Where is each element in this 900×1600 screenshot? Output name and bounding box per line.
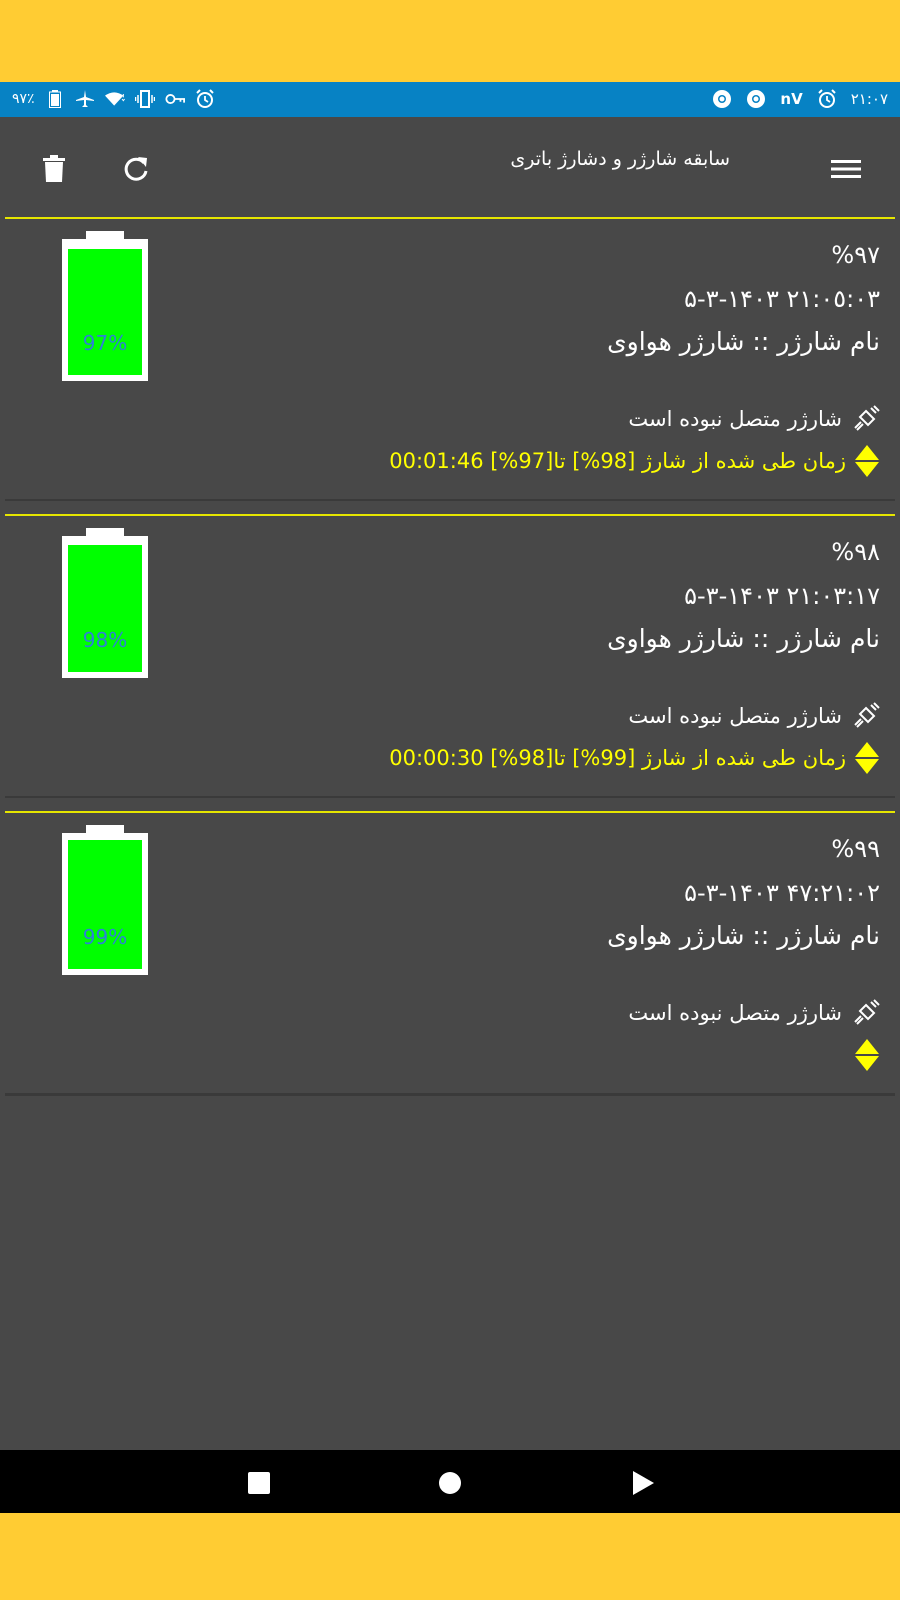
battery-charging-icon (45, 89, 65, 109)
square-recents-icon (248, 1472, 270, 1494)
plug-icon (854, 999, 880, 1025)
record-charger-name: نام شارژر :: شارژر هواوی (607, 624, 880, 653)
alarm-icon-right (817, 89, 837, 109)
toolbar: سابقه شارژر و دشارژ باتری (0, 117, 900, 217)
history-list: 97% ٩٧% ٢١:٠٥:٠٣ ١۴٠٣-٣-۵ نام شارژر :: ش… (5, 217, 895, 1109)
connection-status: شارژر متصل نبوده است (628, 407, 842, 431)
elapsed-row (846, 1038, 880, 1072)
trash-icon (43, 155, 65, 182)
record-percent: ٩٧% (831, 241, 880, 269)
record-datetime: ٢١:٠٥:٠٣ ١۴٠٣-٣-۵ (684, 285, 880, 313)
battery-graphic: 97% (62, 231, 148, 381)
plug-icon (854, 405, 880, 431)
clock: ٢١:٠٧ (850, 90, 888, 108)
record-datetime: ٢١:٠٢:۴٧ ١۴٠٣-٣-۵ (684, 879, 880, 907)
elapsed-time: زمان طی شده از شارژ [98%] تا[97%] 00:01:… (389, 449, 846, 473)
battery-fill-bar (68, 249, 142, 375)
up-down-arrow-icon (855, 1039, 879, 1071)
battery-level-label: 98% (82, 628, 128, 652)
wifi-icon (104, 89, 125, 109)
connection-row: شارژر متصل نبوده است (628, 999, 880, 1027)
up-down-arrow-icon (855, 445, 879, 477)
record-percent: ٩٩% (831, 835, 880, 863)
refresh-button[interactable] (116, 149, 156, 189)
carrier-label: nV (780, 90, 803, 108)
menu-button[interactable] (826, 149, 866, 189)
triangle-back-icon (633, 1471, 654, 1495)
alarm-icon (195, 89, 215, 109)
page-title: سابقه شارژر و دشارژ باتری (510, 148, 730, 170)
vibrate-icon (134, 89, 155, 109)
back-button[interactable] (626, 1466, 660, 1500)
status-bar: ٩٧٪ nV ٢١:٠٧ (0, 82, 900, 117)
record-datetime: ٢١:٠٣:١٧ ١۴٠٣-٣-۵ (684, 582, 880, 610)
circle-home-icon (439, 1472, 461, 1494)
battery-level-label: 99% (82, 925, 128, 949)
connection-status: شارژر متصل نبوده است (628, 704, 842, 728)
navigation-bar (0, 1450, 900, 1513)
battery-fill-bar (68, 545, 142, 672)
vpn-key-icon (165, 89, 185, 109)
status-right-group: nV ٢١:٠٧ (712, 89, 888, 109)
elapsed-time: زمان طی شده از شارژ [99%] تا[98%] 00:00:… (389, 746, 846, 770)
battery-graphic: 98% (62, 528, 148, 678)
elapsed-row: زمان طی شده از شارژ [99%] تا[98%] 00:00:… (389, 741, 880, 775)
record-charger-name: نام شارژر :: شارژر هواوی (607, 327, 880, 356)
airplane-mode-icon (75, 89, 95, 109)
battery-percent: ٩٧٪ (12, 91, 35, 107)
up-down-arrow-icon (855, 742, 879, 774)
home-button[interactable] (433, 1466, 467, 1500)
elapsed-row: زمان طی شده از شارژ [98%] تا[97%] 00:01:… (389, 444, 880, 478)
record-charger-name: نام شارژر :: شارژر هواوی (607, 921, 880, 950)
battery-graphic: 99% (62, 825, 148, 975)
chrome-icon-2 (746, 89, 766, 109)
record-percent: ٩٨% (831, 538, 880, 566)
delete-button[interactable] (34, 149, 74, 189)
battery-level-label: 97% (82, 331, 128, 355)
battery-fill-bar (68, 840, 142, 969)
connection-status: شارژر متصل نبوده است (628, 1001, 842, 1025)
refresh-icon (124, 157, 148, 181)
chrome-icon (712, 89, 732, 109)
app-screen: سابقه شارژر و دشارژ باتری 97% ٩٧% ٢١:٠٥:… (0, 117, 900, 1450)
connection-row: شارژر متصل نبوده است (628, 405, 880, 433)
recents-button[interactable] (242, 1466, 276, 1500)
history-card[interactable]: 99% ٩٩% ٢١:٠٢:۴٧ ١۴٠٣-٣-۵ نام شارژر :: ش… (5, 811, 895, 1094)
connection-row: شارژر متصل نبوده است (628, 702, 880, 730)
history-card[interactable]: 98% ٩٨% ٢١:٠٣:١٧ ١۴٠٣-٣-۵ نام شارژر :: ش… (5, 514, 895, 796)
status-left-group: ٩٧٪ (12, 89, 215, 109)
plug-icon (854, 702, 880, 728)
hamburger-menu-icon (831, 160, 861, 178)
history-card[interactable]: 97% ٩٧% ٢١:٠٥:٠٣ ١۴٠٣-٣-۵ نام شارژر :: ش… (5, 217, 895, 499)
